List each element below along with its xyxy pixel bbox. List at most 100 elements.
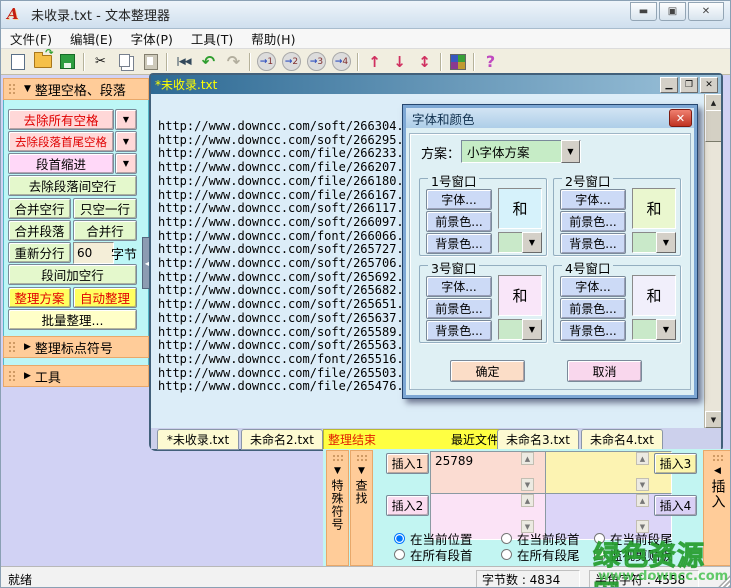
background-color-button-1[interactable]: 背景色... [426, 233, 492, 254]
move-up-icon[interactable]: ↑ [362, 51, 387, 73]
insert-2-button[interactable]: 插入2 [386, 495, 429, 516]
bg-color-dropdown-3[interactable]: ▼ [522, 319, 542, 340]
indent-first-line-dropdown[interactable]: ▼ [115, 153, 137, 174]
drag-grip[interactable] [8, 83, 17, 96]
close-button[interactable]: ✕ [688, 2, 724, 21]
cut-icon[interactable]: ✂ [88, 51, 113, 73]
font-button-4[interactable]: 字体... [560, 276, 626, 297]
recent-files-label[interactable]: 最近文件 [451, 431, 499, 448]
bg-color-dropdown-2[interactable]: ▼ [656, 232, 676, 253]
sidebar-section-spaces[interactable]: ▼ 整理空格、段落 [3, 78, 149, 100]
scroll-down-icon[interactable]: ▼ [705, 411, 721, 428]
indent-first-line-button[interactable]: 段首缩进 [8, 153, 114, 174]
merge-lines-button[interactable]: 合并行 [73, 220, 137, 241]
menu-edit[interactable]: 编辑(E) [61, 27, 122, 50]
scroll-up-icon[interactable]: ▲ [521, 452, 534, 465]
minimize-button[interactable]: ▬ [630, 2, 657, 21]
radio-at-all-para-end[interactable]: 在所有段尾 [501, 545, 580, 564]
tab-doc-2[interactable]: 未命名2.txt [241, 429, 323, 450]
cancel-button[interactable]: 取消 [567, 360, 642, 382]
insert-1-button[interactable]: 插入1 [386, 453, 429, 474]
bg-color-dropdown-1[interactable]: ▼ [522, 232, 542, 253]
remove-all-spaces-button[interactable]: 去除所有空格 [8, 109, 114, 130]
new-file-icon[interactable] [5, 51, 30, 73]
go-first-icon[interactable]: |◀◀ [171, 51, 196, 73]
resize-grip[interactable] [718, 575, 730, 587]
goto-window-3-icon[interactable]: →3 [304, 51, 329, 73]
remove-para-edge-spaces-dropdown[interactable]: ▼ [115, 131, 137, 152]
insert-text-2[interactable] [545, 451, 672, 498]
insert-3-button[interactable]: 插入3 [654, 453, 697, 474]
save-icon[interactable] [55, 51, 80, 73]
font-button-1[interactable]: 字体... [426, 189, 492, 210]
ok-button[interactable]: 确定 [450, 360, 525, 382]
remove-para-edge-spaces-button[interactable]: 去除段落首尾空格 [8, 131, 114, 152]
merge-paragraphs-button[interactable]: 合并段落 [8, 220, 71, 241]
paste-icon[interactable] [138, 51, 163, 73]
merge-blank-lines-button[interactable]: 合并空行 [8, 198, 71, 219]
batch-tidy-button[interactable]: 批量整理... [8, 309, 137, 330]
insert-strip[interactable]: ◀ 插入 [703, 450, 731, 566]
keep-one-blank-button[interactable]: 只空一行 [73, 198, 137, 219]
move-swap-icon[interactable]: ↕ [412, 51, 437, 73]
help-icon[interactable]: ? [478, 51, 503, 73]
doc-minimize-button[interactable]: ▁ [660, 77, 678, 93]
checkbox-watch-clipboard[interactable]: 监视剪贴板 [594, 545, 673, 564]
title-bar[interactable]: A 未收录.txt - 文本整理器 ▬ ▣ ✕ [1, 1, 731, 29]
scroll-up-icon[interactable]: ▲ [636, 452, 649, 465]
copy-icon[interactable] [113, 51, 138, 73]
drag-grip[interactable] [332, 454, 343, 463]
goto-window-4-icon[interactable]: →4 [329, 51, 354, 73]
move-down-icon[interactable]: ↓ [387, 51, 412, 73]
document-title-bar[interactable]: *未收录.txt ▁ ❐ ✕ [151, 75, 721, 94]
insert-4-button[interactable]: 插入4 [654, 495, 697, 516]
doc-restore-button[interactable]: ❐ [680, 77, 698, 93]
maximize-button[interactable]: ▣ [659, 2, 686, 21]
remove-blank-between-para-button[interactable]: 去除段落间空行 [8, 175, 137, 196]
rewrap-button[interactable]: 重新分行 [8, 242, 71, 263]
background-color-button-2[interactable]: 背景色... [560, 233, 626, 254]
dialog-close-icon[interactable]: ✕ [669, 109, 692, 127]
drag-grip[interactable] [8, 370, 17, 383]
background-color-button-3[interactable]: 背景色... [426, 320, 492, 341]
add-blank-between-button[interactable]: 段间加空行 [8, 264, 137, 285]
doc-close-button[interactable]: ✕ [700, 77, 718, 93]
foreground-color-button-2[interactable]: 前景色... [560, 211, 626, 232]
redo-icon[interactable]: ↷ [221, 51, 246, 73]
scroll-up-icon[interactable]: ▲ [705, 94, 721, 111]
sidebar-section-tools[interactable]: ▶ 工具 [3, 365, 149, 387]
goto-window-1-icon[interactable]: →1 [254, 51, 279, 73]
special-symbols-strip[interactable]: ▼ 特殊符号 [326, 450, 349, 566]
bg-color-dropdown-4[interactable]: ▼ [656, 319, 676, 340]
font-button-2[interactable]: 字体... [560, 189, 626, 210]
remove-all-spaces-dropdown[interactable]: ▼ [115, 109, 137, 130]
menu-file[interactable]: 文件(F) [1, 27, 61, 50]
goto-window-2-icon[interactable]: →2 [279, 51, 304, 73]
scheme-button[interactable]: 整理方案 [8, 287, 71, 308]
foreground-color-button-3[interactable]: 前景色... [426, 298, 492, 319]
mini-scrollbar[interactable]: ▲▼ [636, 494, 649, 533]
tab-doc-4[interactable]: 未命名4.txt [581, 429, 663, 450]
find-strip[interactable]: ▼ 查找 [350, 450, 373, 566]
drag-grip[interactable] [8, 341, 17, 354]
scroll-up-icon[interactable]: ▲ [636, 494, 649, 507]
foreground-color-button-4[interactable]: 前景色... [560, 298, 626, 319]
mini-scrollbar[interactable]: ▲▼ [521, 494, 534, 533]
foreground-color-button-1[interactable]: 前景色... [426, 211, 492, 232]
menu-tools[interactable]: 工具(T) [182, 27, 242, 50]
bytes-input[interactable] [73, 242, 114, 264]
scheme-combobox[interactable]: 小字体方案 ▼ [461, 140, 581, 163]
background-color-button-4[interactable]: 背景色... [560, 320, 626, 341]
dialog-title-bar[interactable]: 字体和颜色 [406, 108, 694, 128]
open-file-icon[interactable] [30, 51, 55, 73]
scroll-up-icon[interactable]: ▲ [521, 494, 534, 507]
chevron-down-icon[interactable]: ▼ [561, 140, 580, 163]
drag-grip[interactable] [712, 454, 723, 463]
drag-grip[interactable] [356, 454, 367, 463]
tile-windows-icon[interactable] [445, 51, 470, 73]
undo-icon[interactable]: ↶ [196, 51, 221, 73]
scrollbar-thumb[interactable] [705, 110, 721, 142]
tab-doc-3[interactable]: 未命名3.txt [497, 429, 579, 450]
insert-text-1[interactable]: 25789 [430, 451, 557, 498]
tab-doc-1[interactable]: *未收录.txt [157, 429, 239, 450]
